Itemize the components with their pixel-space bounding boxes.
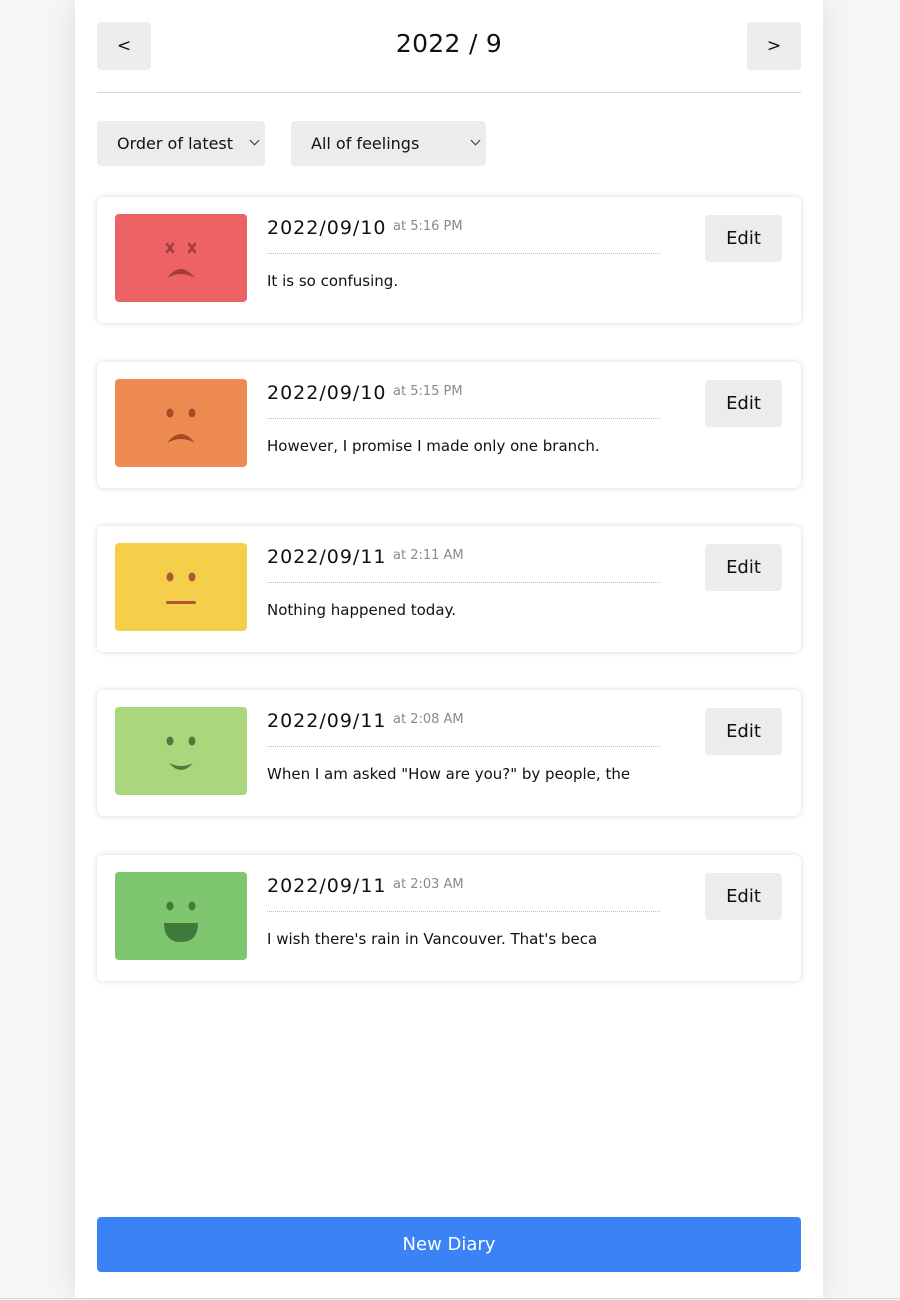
good-face-icon: [166, 736, 196, 770]
entry-divider: [267, 746, 660, 747]
entry-content[interactable]: When I am asked "How are you?" by people…: [267, 765, 660, 783]
sort-order-value: Order of latest: [117, 134, 234, 153]
entry-time: at 5:15 PM: [393, 384, 463, 399]
entry-divider: [267, 418, 660, 419]
entry-content[interactable]: However, I promise I made only one branc…: [267, 437, 660, 455]
emotion-image[interactable]: [115, 543, 247, 631]
entry-time: at 5:16 PM: [393, 219, 463, 234]
terrible-face-icon: [165, 242, 197, 278]
edit-button[interactable]: Edit: [705, 544, 782, 591]
entry-date: 2022/09/11: [267, 546, 387, 568]
next-month-button[interactable]: >: [747, 22, 801, 70]
entry-date: 2022/09/10: [267, 217, 387, 239]
emotion-image[interactable]: [115, 379, 247, 467]
diary-item[interactable]: 2022/09/11 at 2:11 AM Nothing happened t…: [97, 526, 801, 652]
diary-item[interactable]: 2022/09/11 at 2:03 AM I wish there's rai…: [97, 855, 801, 981]
diary-item[interactable]: 2022/09/10 at 5:15 PM However, I promise…: [97, 362, 801, 488]
month-title: 2022 / 9: [395, 29, 503, 58]
entry-divider: [267, 911, 660, 912]
entry-date: 2022/09/11: [267, 710, 387, 732]
chevron-down-icon: [470, 135, 481, 146]
diary-item[interactable]: 2022/09/10 at 5:16 PM It is so confusing…: [97, 197, 801, 323]
diary-item[interactable]: 2022/09/11 at 2:08 AM When I am asked "H…: [97, 690, 801, 816]
chevron-down-icon: [249, 135, 260, 146]
entry-time: at 2:11 AM: [393, 548, 464, 563]
entry-date: 2022/09/11: [267, 875, 387, 897]
emotion-image[interactable]: [115, 214, 247, 302]
emotion-image[interactable]: [115, 707, 247, 795]
new-diary-button[interactable]: New Diary: [97, 1217, 801, 1272]
entry-content[interactable]: I wish there's rain in Vancouver. That's…: [267, 930, 660, 948]
emotion-image[interactable]: [115, 872, 247, 960]
entry-content[interactable]: It is so confusing.: [267, 272, 660, 290]
normal-face-icon: [166, 572, 196, 604]
feeling-filter-select[interactable]: All of feelings: [291, 121, 486, 166]
header-divider: [97, 92, 801, 93]
edit-button[interactable]: Edit: [705, 873, 782, 920]
sort-order-select[interactable]: Order of latest: [97, 121, 265, 166]
diary-app: < 2022 / 9 > Order of latest All of feel…: [75, 0, 823, 1298]
entry-divider: [267, 582, 660, 583]
entry-divider: [267, 253, 660, 254]
feeling-filter-value: All of feelings: [311, 134, 420, 153]
entry-time: at 2:08 AM: [393, 712, 464, 727]
great-face-icon: [164, 901, 198, 942]
entry-content[interactable]: Nothing happened today.: [267, 601, 660, 619]
entry-time: at 2:03 AM: [393, 877, 464, 892]
entry-date: 2022/09/10: [267, 382, 387, 404]
bad-face-icon: [166, 408, 196, 443]
edit-button[interactable]: Edit: [705, 215, 782, 262]
edit-button[interactable]: Edit: [705, 380, 782, 427]
page-bottom-border: [0, 1298, 900, 1299]
edit-button[interactable]: Edit: [705, 708, 782, 755]
